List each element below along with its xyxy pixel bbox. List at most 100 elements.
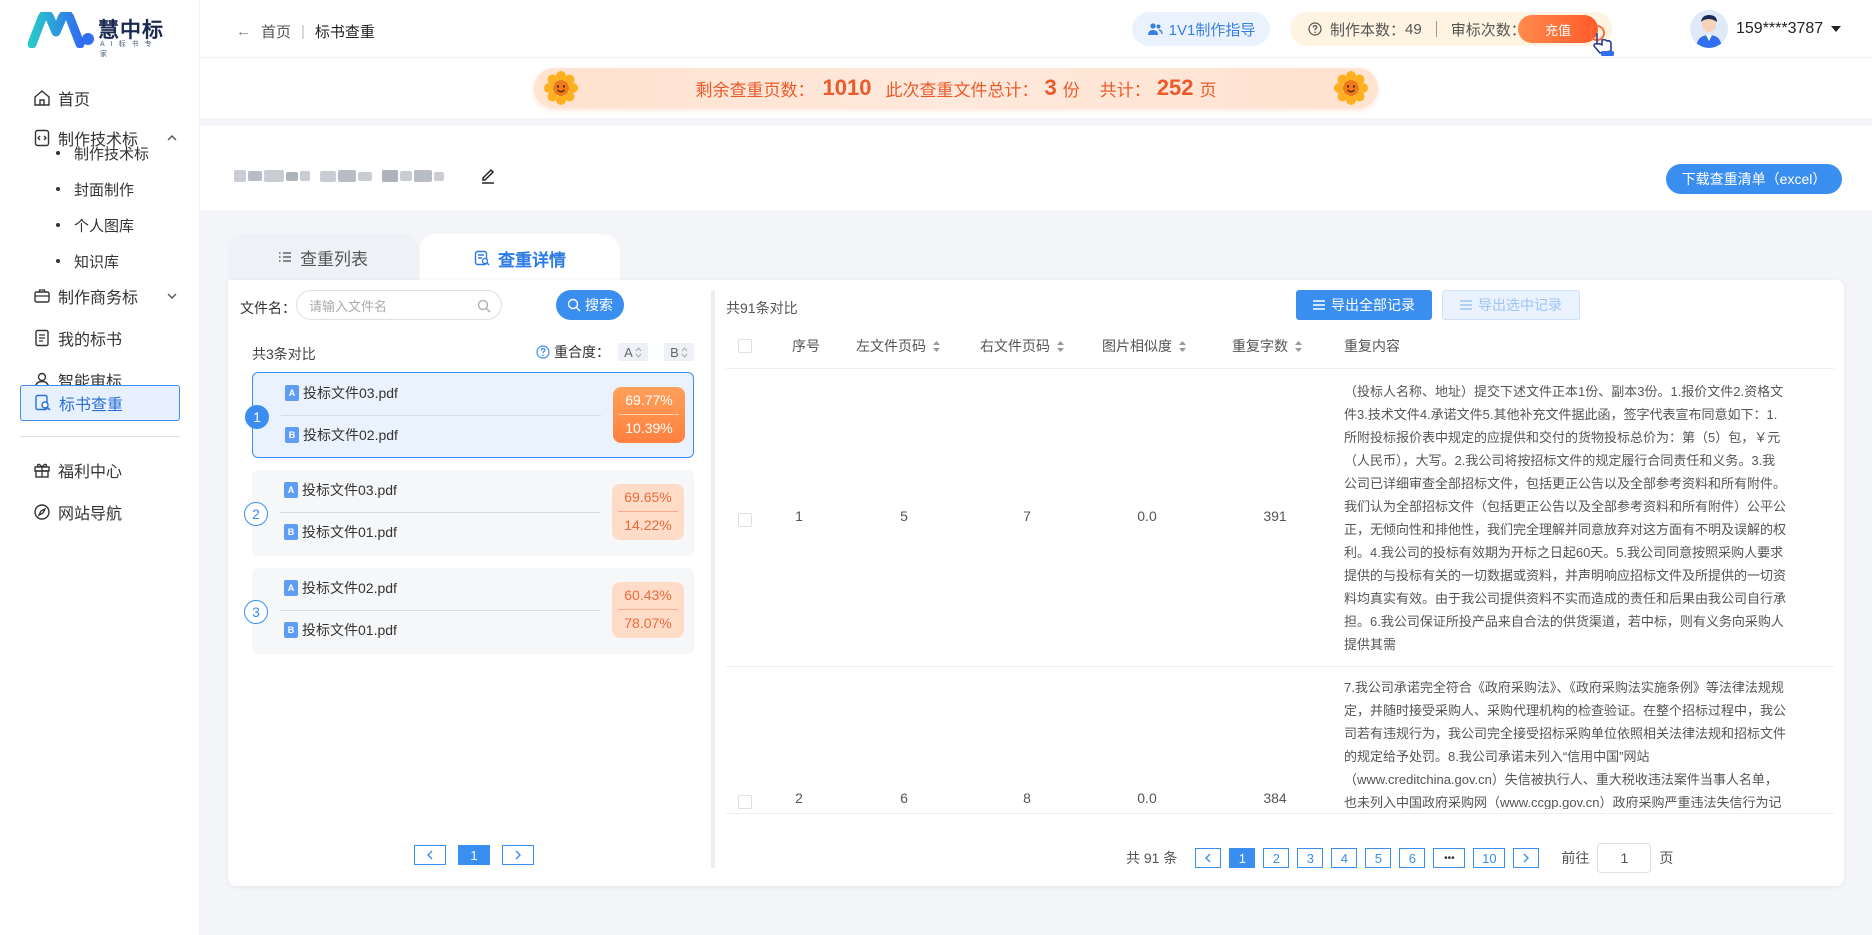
prev-page-button[interactable]	[414, 845, 446, 865]
sort-a-button[interactable]: A	[618, 343, 648, 361]
page-ellipsis[interactable]: •••	[1433, 848, 1466, 868]
sidebar-subitem-knowledge[interactable]: 知识库	[56, 246, 119, 276]
panel-splitter[interactable]	[711, 290, 715, 868]
sort-icon	[933, 340, 940, 352]
sort-icon	[1057, 340, 1064, 352]
recharge-button[interactable]: 充值	[1518, 15, 1598, 43]
list-icon	[279, 252, 291, 262]
code-doc-icon	[34, 129, 50, 147]
col-duplicate-words[interactable]: 重复字数	[1232, 336, 1303, 356]
prev-page-button[interactable]	[1195, 848, 1222, 868]
list-icon	[1460, 300, 1472, 310]
search-icon	[477, 299, 491, 313]
sidebar-subitem-cover[interactable]: 封面制作	[56, 174, 134, 204]
chevron-right-icon	[515, 850, 521, 860]
sidebar-subitem-make-tech[interactable]: 制作技术标	[56, 138, 149, 168]
col-duplicate-content: 重复内容	[1344, 336, 1400, 356]
bullet-icon	[56, 223, 60, 227]
next-page-button[interactable]	[1513, 848, 1540, 868]
row-checkbox[interactable]	[738, 513, 752, 527]
comparison-pair[interactable]: 2 A 投标文件03.pdf B 投标文件01.pdf 69.65% 14.22%	[244, 470, 694, 556]
sidebar-subitem-gallery[interactable]: 个人图库	[56, 210, 134, 240]
col-right-page[interactable]: 右文件页码	[980, 336, 1065, 356]
sidebar-item-label: 个人图库	[74, 217, 135, 235]
sidebar-item-site-nav[interactable]: 网站导航	[20, 492, 180, 532]
page-button[interactable]: 6	[1399, 848, 1426, 868]
sidebar: 慧中标 AI标书专家 首页 制作技术标 制作技术标 封面制作 个人图库 知识库 …	[0, 0, 200, 935]
edit-icon[interactable]	[480, 168, 496, 184]
col-left-page[interactable]: 左文件页码	[856, 336, 941, 356]
sort-icon	[1295, 340, 1302, 352]
sort-b-button[interactable]: B	[664, 343, 694, 361]
page-button[interactable]: 1	[458, 845, 490, 865]
sort-icon	[1179, 340, 1186, 352]
checkbox[interactable]	[738, 513, 752, 527]
total-records: 共 91 条	[1126, 850, 1178, 866]
page-button[interactable]: 2	[1263, 848, 1290, 868]
logo[interactable]: 慧中标 AI标书专家	[28, 10, 168, 58]
row-checkbox[interactable]	[738, 795, 752, 809]
review-count-label: 审标次数：	[1450, 21, 1526, 39]
col-label: 序号	[792, 338, 820, 354]
list-icon	[1313, 300, 1325, 310]
sort-b-label: B	[670, 344, 679, 360]
sidebar-item-label: 知识库	[74, 253, 120, 271]
page-button[interactable]: 1	[1229, 848, 1256, 868]
back-arrow-icon[interactable]: ←	[236, 23, 251, 40]
sidebar-item-welfare[interactable]: 福利中心	[20, 450, 180, 490]
help-icon[interactable]	[536, 345, 550, 359]
score-b: 10.39%	[625, 420, 673, 436]
home-icon	[34, 90, 50, 106]
quota-pill: 剩余查重页数： 1010 此次查重文件总计： 3 份 共计： 252 页	[534, 68, 1378, 108]
pair-number: 3	[244, 600, 268, 624]
select-all-checkbox[interactable]	[738, 336, 752, 356]
breadcrumb-home[interactable]: 首页	[261, 21, 291, 42]
user-menu[interactable]: 159****3787	[1690, 10, 1842, 48]
export-selected-label: 导出选中记录	[1478, 297, 1562, 313]
checkbox[interactable]	[738, 795, 752, 809]
cell-similarity: 0.0	[1137, 790, 1157, 806]
user-phone: 159****3787	[1736, 20, 1824, 37]
guide-button[interactable]: 1V1制作指导	[1132, 12, 1270, 46]
file-a: A 投标文件02.pdf	[284, 578, 397, 598]
col-image-similarity[interactable]: 图片相似度	[1102, 336, 1187, 356]
search-button[interactable]: 搜索	[556, 290, 624, 320]
checkbox[interactable]	[738, 339, 752, 353]
export-selected-button[interactable]: 导出选中记录	[1442, 290, 1580, 320]
sidebar-item-home[interactable]: 首页	[20, 78, 180, 118]
goto-page-input[interactable]: 1	[1597, 843, 1652, 873]
comparison-pair[interactable]: 1 A 投标文件03.pdf B 投标文件02.pdf 69.77% 10.39%	[245, 372, 694, 458]
pointer-hand-icon	[1589, 25, 1614, 56]
file-a-name: 投标文件03.pdf	[302, 482, 397, 498]
help-icon[interactable]	[1308, 22, 1322, 36]
file-b: B 投标文件01.pdf	[284, 522, 397, 542]
file-b-icon: B	[285, 427, 299, 443]
next-page-button[interactable]	[502, 845, 534, 865]
row-divider	[726, 666, 1834, 667]
comparison-count: 共3条对比	[252, 346, 316, 362]
page-button[interactable]: 10	[1473, 848, 1506, 868]
cell-similarity: 0.0	[1137, 508, 1157, 524]
sidebar-item-label: 我的标书	[58, 332, 123, 349]
document-icon	[35, 329, 49, 347]
pair-number: 2	[244, 502, 268, 526]
search-placeholder: 请输入文件名	[309, 298, 388, 314]
export-all-button[interactable]: 导出全部记录	[1296, 290, 1432, 320]
remaining-label: 剩余查重页数：	[695, 80, 815, 100]
page-button[interactable]: 5	[1365, 848, 1392, 868]
sidebar-item-business-bid[interactable]: 制作商务标	[20, 276, 180, 316]
download-excel-button[interactable]: 下载查重清单（excel）	[1666, 164, 1842, 194]
stats-divider	[1435, 21, 1437, 37]
total-pages: 252	[1156, 75, 1194, 100]
tab-check-list[interactable]: 查重列表	[228, 234, 418, 280]
page-button[interactable]: 4	[1331, 848, 1358, 868]
tab-check-detail[interactable]: 查重详情	[420, 234, 620, 282]
overlap-label: 重合度：	[554, 344, 610, 360]
download-label: 下载查重清单（excel）	[1681, 171, 1827, 187]
sidebar-item-plagiarism-check[interactable]: 标书查重	[20, 385, 180, 421]
sidebar-item-my-bids[interactable]: 我的标书	[20, 318, 180, 358]
comparison-pair[interactable]: 3 A 投标文件02.pdf B 投标文件01.pdf 60.43% 78.07%	[244, 568, 694, 654]
page-button[interactable]: 3	[1297, 848, 1324, 868]
filename-search-input[interactable]: 请输入文件名	[296, 290, 502, 320]
top-header: ← 首页 | 标书查重 1V1制作指导 制作本数： 49 审标次数： 5 充值 …	[200, 0, 1872, 58]
